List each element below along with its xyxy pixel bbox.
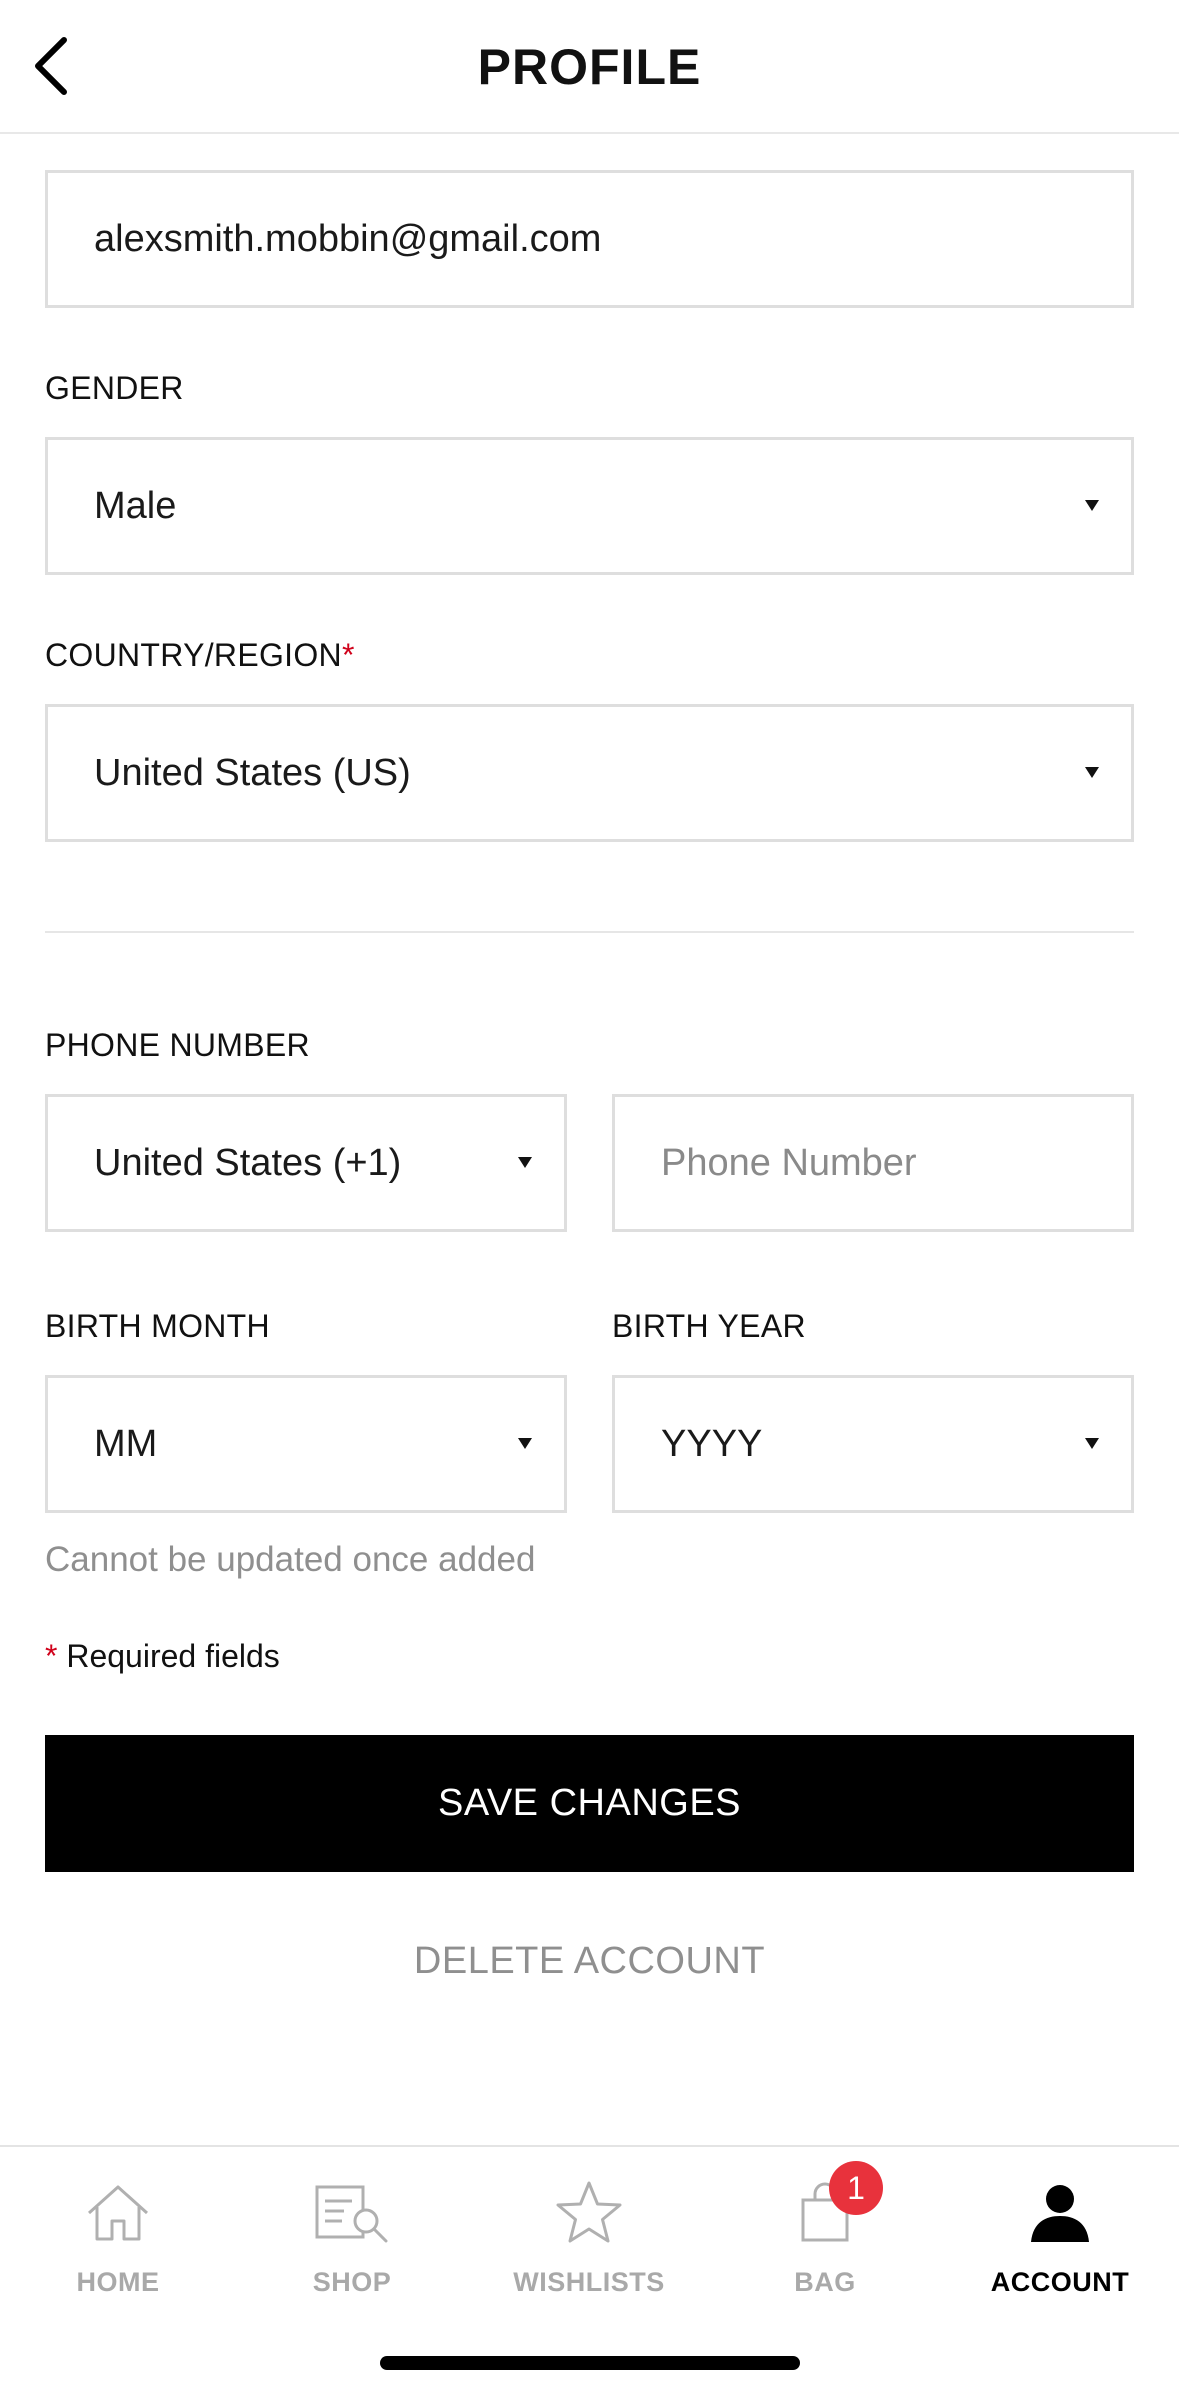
bag-icon: 1 [785, 2161, 883, 2253]
email-value: alexsmith.mobbin@gmail.com [94, 217, 602, 260]
caret-down-icon [1085, 1438, 1099, 1449]
required-fields-text: Required fields [57, 1638, 280, 1674]
phone-country-select[interactable]: United States (+1) [45, 1094, 567, 1232]
phone-label: PHONE NUMBER [45, 1027, 310, 1063]
phone-number-input[interactable]: Phone Number [612, 1094, 1134, 1232]
section-divider [45, 931, 1134, 933]
birth-year-label: BIRTH YEAR [612, 1308, 806, 1344]
phone-number-placeholder: Phone Number [661, 1141, 917, 1184]
tab-bag[interactable]: 1 BAG [707, 2161, 943, 2333]
gender-label: GENDER [45, 370, 184, 406]
gender-value: Male [94, 484, 177, 527]
birth-month-value: MM [94, 1422, 158, 1465]
account-icon [1020, 2173, 1100, 2253]
birth-month-select[interactable]: MM [45, 1375, 567, 1513]
caret-down-icon [518, 1438, 532, 1449]
shop-search-icon [312, 2173, 392, 2253]
tab-label: ACCOUNT [990, 2267, 1130, 2297]
country-select[interactable]: United States (US) [45, 704, 1134, 842]
tab-wishlists[interactable]: WISHLISTS [471, 2173, 707, 2333]
gender-select[interactable]: Male [45, 437, 1134, 575]
caret-down-icon [1085, 767, 1099, 778]
phone-country-value: United States (+1) [94, 1141, 402, 1184]
caret-down-icon [518, 1157, 532, 1168]
tab-label: BAG [794, 2267, 856, 2297]
tab-shop[interactable]: SHOP [234, 2173, 470, 2333]
country-value: United States (US) [94, 751, 411, 794]
tab-label: SHOP [312, 2267, 392, 2297]
tab-label: HOME [76, 2267, 160, 2297]
caret-down-icon [1085, 500, 1099, 511]
birth-year-value: YYYY [661, 1422, 763, 1465]
required-asterisk: * [45, 1638, 58, 1674]
birth-year-select[interactable]: YYYY [612, 1375, 1134, 1513]
save-changes-button[interactable]: SAVE CHANGES [45, 1735, 1134, 1872]
birth-hint-text: Cannot be updated once added [45, 1540, 536, 1579]
required-fields-note: * Required fields [45, 1638, 280, 1675]
tab-home[interactable]: HOME [0, 2173, 236, 2333]
page-title: PROFILE [477, 39, 702, 95]
email-field[interactable]: alexsmith.mobbin@gmail.com [45, 170, 1134, 308]
home-indicator [380, 2356, 800, 2370]
required-asterisk: * [341, 637, 355, 673]
top-nav-bar: PROFILE [0, 0, 1179, 134]
delete-account-button[interactable]: DELETE ACCOUNT [0, 1940, 1179, 1983]
country-label-text: COUNTRY/REGION [45, 637, 342, 673]
home-icon [78, 2173, 158, 2253]
country-label: COUNTRY/REGION* [45, 637, 355, 674]
bag-count-badge: 1 [829, 2161, 883, 2215]
tab-account[interactable]: ACCOUNT [942, 2173, 1178, 2333]
birth-month-label: BIRTH MONTH [45, 1308, 270, 1344]
tab-label: WISHLISTS [513, 2267, 665, 2297]
star-icon [549, 2173, 629, 2253]
